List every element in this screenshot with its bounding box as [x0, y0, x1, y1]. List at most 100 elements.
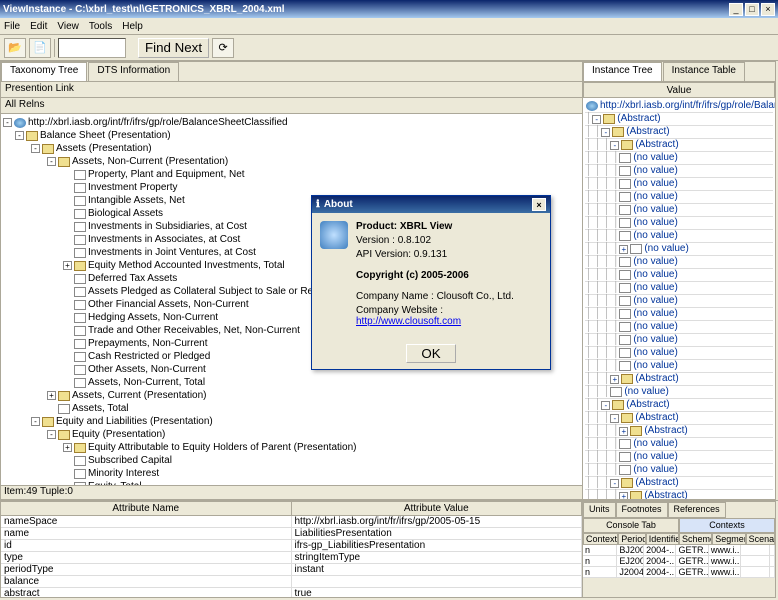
- tree-item[interactable]: -Equity (Presentation): [3, 428, 580, 441]
- instance-tree-item[interactable]: │ │ │ │ (no value): [585, 256, 773, 269]
- instance-tree-item[interactable]: │ │ │ │ (no value): [585, 191, 773, 204]
- expand-toggle[interactable]: -: [3, 118, 12, 127]
- tab-dts-information[interactable]: DTS Information: [88, 62, 179, 81]
- context-row[interactable]: nEJ20042004-..GETR..www.i..: [583, 556, 775, 567]
- expand-toggle[interactable]: +: [63, 261, 72, 270]
- expand-toggle[interactable]: +: [610, 375, 619, 384]
- instance-tree-item[interactable]: │ │ │ │ (no value): [585, 308, 773, 321]
- menu-tools[interactable]: Tools: [89, 21, 112, 32]
- about-close-button[interactable]: ×: [532, 198, 546, 211]
- menu-edit[interactable]: Edit: [30, 21, 47, 32]
- instance-tree-item[interactable]: │ │ │ │ (no value): [585, 464, 773, 477]
- instance-tree-item[interactable]: │ │ │ -(Abstract): [585, 412, 773, 425]
- attribute-row[interactable]: nameSpacehttp://xbrl.iasb.org/int/fr/ifr…: [1, 516, 582, 528]
- close-button[interactable]: ×: [761, 3, 775, 16]
- instance-tree-item[interactable]: │ │ │ │ (no value): [585, 347, 773, 360]
- tree-item[interactable]: +Assets, Current (Presentation): [3, 389, 580, 402]
- instance-tree[interactable]: http://xbrl.iasb.org/int/fr/ifrs/gp/role…: [583, 98, 775, 499]
- instance-tree-item[interactable]: │ │ │ │ (no value): [585, 321, 773, 334]
- open-button[interactable]: 📂: [4, 38, 26, 58]
- tree-item[interactable]: Assets, Non-Current, Total: [3, 376, 580, 389]
- instance-tree-item[interactable]: │ │ │ │ (no value): [585, 451, 773, 464]
- tree-item[interactable]: +Equity Attributable to Equity Holders o…: [3, 441, 580, 454]
- about-ok-button[interactable]: OK: [406, 344, 455, 363]
- instance-tree-item[interactable]: │ │ -(Abstract): [585, 399, 773, 412]
- expand-toggle[interactable]: -: [610, 414, 619, 423]
- instance-tree-item[interactable]: │ │ │ │ (no value): [585, 438, 773, 451]
- menu-help[interactable]: Help: [122, 21, 143, 32]
- instance-tree-item[interactable]: │ │ │ │ (no value): [585, 217, 773, 230]
- instance-tree-item[interactable]: │ │ │ │ (no value): [585, 282, 773, 295]
- menu-view[interactable]: View: [57, 21, 79, 32]
- tree-item[interactable]: Subscribed Capital: [3, 454, 580, 467]
- instance-tree-item[interactable]: │ │ │ │ (no value): [585, 360, 773, 373]
- instance-tree-item[interactable]: │ │ │ │ (no value): [585, 152, 773, 165]
- tree-item[interactable]: -Assets, Non-Current (Presentation): [3, 155, 580, 168]
- expand-toggle[interactable]: -: [610, 141, 619, 150]
- expand-toggle[interactable]: -: [610, 479, 619, 488]
- expand-toggle[interactable]: +: [619, 427, 628, 436]
- all-relns-header[interactable]: All Relns: [1, 98, 582, 114]
- tab-contexts[interactable]: Contexts: [679, 518, 775, 533]
- expand-toggle[interactable]: -: [15, 131, 24, 140]
- about-website-link[interactable]: http://www.clousoft.com: [356, 316, 461, 327]
- tree-item-label: Subscribed Capital: [88, 454, 172, 467]
- instance-tree-item[interactable]: │ │ │ +(Abstract): [585, 373, 773, 386]
- expand-toggle[interactable]: +: [63, 443, 72, 452]
- tab-taxonomy-tree[interactable]: Taxonomy Tree: [1, 62, 87, 81]
- tab-references[interactable]: References: [668, 502, 726, 518]
- instance-tree-item[interactable]: │ │ │ │ (no value): [585, 204, 773, 217]
- expand-toggle[interactable]: +: [47, 391, 56, 400]
- expand-toggle[interactable]: -: [31, 144, 40, 153]
- expand-toggle[interactable]: -: [592, 115, 601, 124]
- instance-tree-item[interactable]: │ │ -(Abstract): [585, 126, 773, 139]
- instance-tree-item[interactable]: │ │ │ (no value): [585, 386, 773, 399]
- attribute-row[interactable]: abstracttrue: [1, 588, 582, 597]
- attribute-row[interactable]: periodTypeinstant: [1, 564, 582, 576]
- expand-toggle[interactable]: -: [31, 417, 40, 426]
- tree-item[interactable]: -Assets (Presentation): [3, 142, 580, 155]
- expand-toggle[interactable]: -: [47, 157, 56, 166]
- expand-toggle[interactable]: +: [619, 492, 628, 500]
- tree-item[interactable]: Assets, Total: [3, 402, 580, 415]
- tree-item[interactable]: Minority Interest: [3, 467, 580, 480]
- find-next-button[interactable]: Find Next: [138, 38, 209, 58]
- menu-file[interactable]: File: [4, 21, 20, 32]
- instance-tree-item[interactable]: │ │ │ -(Abstract): [585, 139, 773, 152]
- instance-tree-item[interactable]: │ │ │ │ (no value): [585, 230, 773, 243]
- tool-button-2[interactable]: 📄: [29, 38, 51, 58]
- instance-tree-item[interactable]: │ │ │ │ (no value): [585, 334, 773, 347]
- instance-tree-item[interactable]: │ │ │ │ (no value): [585, 165, 773, 178]
- context-row[interactable]: nJ20042004-..GETR..www.i..: [583, 567, 775, 578]
- attribute-row[interactable]: idifrs-gp_LiabilitiesPresentation: [1, 540, 582, 552]
- instance-tree-item[interactable]: │ │ │ │ +(no value): [585, 243, 773, 256]
- attribute-row[interactable]: typestringItemType: [1, 552, 582, 564]
- tree-item[interactable]: -Balance Sheet (Presentation): [3, 129, 580, 142]
- minimize-button[interactable]: _: [729, 3, 743, 16]
- instance-tree-item[interactable]: │ │ │ │ +(Abstract): [585, 425, 773, 438]
- tab-instance-tree[interactable]: Instance Tree: [583, 62, 662, 81]
- expand-toggle[interactable]: -: [601, 128, 610, 137]
- search-input[interactable]: [58, 38, 126, 58]
- tab-footnotes[interactable]: Footnotes: [616, 502, 668, 518]
- instance-tree-item[interactable]: │ │ │ │ (no value): [585, 295, 773, 308]
- instance-tree-item[interactable]: │ │ │ -(Abstract): [585, 477, 773, 490]
- expand-toggle[interactable]: +: [619, 245, 628, 254]
- expand-toggle[interactable]: -: [601, 401, 610, 410]
- maximize-button[interactable]: □: [745, 3, 759, 16]
- instance-tree-item[interactable]: │ -(Abstract): [585, 113, 773, 126]
- tree-item[interactable]: -Equity and Liabilities (Presentation): [3, 415, 580, 428]
- tab-units[interactable]: Units: [583, 502, 616, 518]
- tab-console[interactable]: Console Tab: [583, 518, 679, 533]
- tab-instance-table[interactable]: Instance Table: [663, 62, 745, 81]
- attribute-row[interactable]: balance: [1, 576, 582, 588]
- instance-tree-item[interactable]: │ │ │ │ +(Abstract): [585, 490, 773, 499]
- instance-tree-item[interactable]: │ │ │ │ (no value): [585, 178, 773, 191]
- attribute-row[interactable]: nameLiabilitiesPresentation: [1, 528, 582, 540]
- tree-item[interactable]: Investment Property: [3, 181, 580, 194]
- expand-toggle[interactable]: -: [47, 430, 56, 439]
- context-row[interactable]: nBJ20042004-..GETR..www.i..: [583, 545, 775, 556]
- instance-tree-item[interactable]: │ │ │ │ (no value): [585, 269, 773, 282]
- tree-item[interactable]: Property, Plant and Equipment, Net: [3, 168, 580, 181]
- refresh-button[interactable]: ⟳: [212, 38, 234, 58]
